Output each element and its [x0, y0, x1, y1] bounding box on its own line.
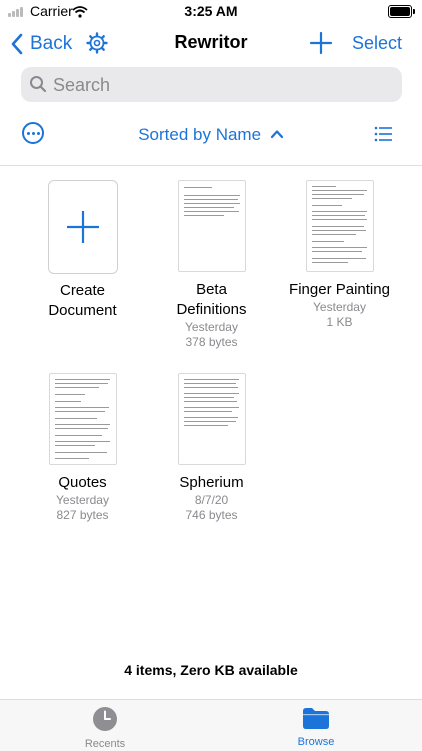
- document-name: Beta Definitions: [149, 280, 274, 320]
- add-icon[interactable]: [308, 30, 334, 56]
- document-name-line: Quotes: [58, 474, 107, 491]
- tab-browse[interactable]: Browse: [256, 706, 376, 748]
- status-time: 3:25 AM: [184, 3, 238, 19]
- search-input[interactable]: [51, 67, 395, 104]
- document-item[interactable]: Finger Painting Yesterday 1 KB: [277, 180, 402, 330]
- divider: [0, 165, 422, 166]
- create-document-item[interactable]: Create Document: [20, 180, 145, 321]
- document-name: Quotes: [20, 473, 145, 493]
- document-size: 827 bytes: [56, 508, 109, 522]
- sort-label: Sorted by Name: [138, 125, 262, 144]
- list-view-icon[interactable]: [374, 126, 392, 142]
- document-name-line: Spherium: [179, 474, 244, 491]
- document-name: Create Document: [20, 281, 145, 321]
- chevron-up-icon: [270, 130, 283, 139]
- search-bar[interactable]: [21, 67, 402, 104]
- document-name-line: Finger Painting: [289, 281, 390, 298]
- document-thumbnail[interactable]: [48, 373, 117, 465]
- battery-icon: [388, 5, 415, 18]
- document-item[interactable]: Quotes Yesterday 827 bytes: [20, 373, 145, 523]
- clock-icon: [93, 707, 117, 731]
- document-thumbnail[interactable]: [177, 373, 246, 465]
- tab-label: Recents: [84, 738, 126, 750]
- tab-bar: Recents Browse: [0, 699, 422, 751]
- document-size: 1 KB: [326, 315, 353, 329]
- document-name: Spherium: [149, 473, 274, 493]
- plus-icon: [66, 211, 99, 243]
- select-button[interactable]: Select: [352, 33, 402, 54]
- tab-recents[interactable]: Recents: [45, 706, 165, 750]
- document-name-line: Create: [59, 282, 106, 299]
- document-item[interactable]: Beta Definitions Yesterday 378 bytes: [149, 180, 274, 350]
- storage-summary: 4 items, Zero KB available: [124, 662, 298, 678]
- create-document-tile[interactable]: [47, 180, 118, 274]
- document-date: Yesterday: [185, 320, 238, 334]
- document-name: Finger Painting: [277, 280, 402, 300]
- sort-button[interactable]: Sorted by Name: [0, 125, 422, 145]
- document-thumbnail[interactable]: [177, 180, 246, 272]
- document-item[interactable]: Spherium 8/7/20 746 bytes: [149, 373, 274, 523]
- document-name-line: Beta: [196, 281, 227, 298]
- document-date: Yesterday: [56, 493, 109, 507]
- folder-icon: [303, 708, 329, 729]
- document-thumbnail[interactable]: [305, 180, 374, 272]
- tab-label: Browse: [297, 736, 335, 748]
- search-icon: [30, 76, 47, 93]
- status-bar: Carrier 3:25 AM: [0, 0, 422, 24]
- document-date: 8/7/20: [194, 493, 229, 507]
- document-size: 378 bytes: [185, 335, 238, 349]
- document-date: Yesterday: [313, 300, 366, 314]
- document-name-line: Definitions: [176, 301, 247, 318]
- document-name-line: Document: [48, 302, 117, 319]
- document-size: 746 bytes: [185, 508, 238, 522]
